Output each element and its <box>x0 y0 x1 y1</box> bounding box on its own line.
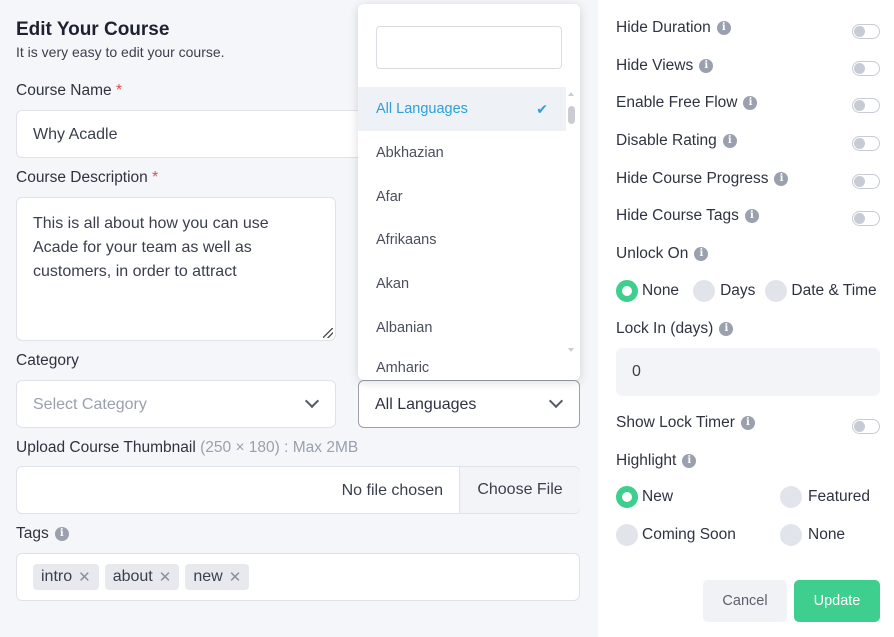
hide-views-toggle[interactable] <box>852 61 880 76</box>
show-lock-timer-toggle[interactable] <box>852 419 880 434</box>
choose-file-button[interactable]: Choose File <box>459 467 580 513</box>
language-dropdown: All Languages ✔ Abkhazian Afar Afrikaans… <box>358 4 580 380</box>
info-icon[interactable]: i <box>699 58 714 73</box>
hide-duration-label: Hide Duration i <box>616 19 731 37</box>
category-label: Category <box>16 352 79 369</box>
course-name-input[interactable]: Why Acadle <box>16 110 361 158</box>
upload-label: Upload Course Thumbnail (250 × 180) : Ma… <box>16 439 359 456</box>
tag-label: intro <box>41 568 73 585</box>
settings-panel: Hide Duration i Hide Views i Enable Free F… <box>598 0 894 637</box>
scroll-up-icon[interactable] <box>568 92 574 96</box>
tags-input[interactable]: intro ✕ about ✕ new ✕ <box>16 553 580 601</box>
remove-tag-icon[interactable]: ✕ <box>159 568 172 586</box>
chevron-down-icon <box>304 393 320 409</box>
lock-in-value: 0 <box>632 363 641 380</box>
info-icon[interactable]: i <box>744 208 759 223</box>
info-icon[interactable]: i <box>740 415 755 430</box>
tags-label: Tags i <box>16 525 69 543</box>
hide-views-label: Hide Views i <box>616 57 714 75</box>
highlight-new-radio[interactable] <box>616 486 638 508</box>
hide-course-tags-label: Hide Course Tags i <box>616 207 759 225</box>
highlight-new-option: New <box>616 486 673 508</box>
tag-chip: about ✕ <box>104 564 180 590</box>
check-icon: ✔ <box>536 101 548 117</box>
language-option[interactable]: Abkhazian <box>358 131 566 175</box>
disable-rating-label: Disable Rating i <box>616 132 737 150</box>
info-icon[interactable]: i <box>722 133 737 148</box>
info-icon[interactable]: i <box>716 20 731 35</box>
lock-in-input[interactable]: 0 <box>616 348 880 396</box>
info-icon[interactable]: i <box>774 171 789 186</box>
file-upload-input[interactable]: No file chosen Choose File <box>16 466 580 514</box>
scroll-down-icon[interactable] <box>568 348 574 352</box>
highlight-featured-label: Featured <box>808 488 871 505</box>
highlight-featured-radio[interactable] <box>780 486 802 508</box>
course-description-label: Course Description * <box>16 169 159 186</box>
update-button[interactable]: Update <box>794 580 880 622</box>
highlight-none-label: None <box>808 526 846 543</box>
scrollbar-thumb[interactable] <box>568 106 575 124</box>
tag-chip: intro ✕ <box>33 564 99 590</box>
unlock-days-radio[interactable] <box>693 280 716 302</box>
chevron-down-icon <box>548 393 564 409</box>
hide-course-progress-label: Hide Course Progress i <box>616 170 789 188</box>
language-search-input[interactable] <box>376 26 562 69</box>
course-name-label: Course Name * <box>16 82 122 99</box>
cancel-button[interactable]: Cancel <box>703 580 787 622</box>
hide-duration-toggle[interactable] <box>852 24 880 39</box>
highlight-coming-soon-option: Coming Soon <box>616 524 736 546</box>
disable-rating-toggle[interactable] <box>852 136 880 151</box>
show-lock-timer-label: Show Lock Timer i <box>616 414 755 432</box>
highlight-label: Highlight i <box>616 452 697 470</box>
language-option[interactable]: Afrikaans <box>358 218 566 262</box>
course-description-value: This is all about how you can use Acade … <box>33 215 269 280</box>
file-status: No file chosen <box>341 482 443 499</box>
info-icon[interactable]: i <box>719 321 734 336</box>
hide-course-progress-toggle[interactable] <box>852 174 880 189</box>
language-selected: All Languages <box>375 396 477 413</box>
page-subtitle: It is very easy to edit your course. <box>16 44 225 60</box>
choose-file-label: Choose File <box>477 481 563 498</box>
remove-tag-icon[interactable]: ✕ <box>78 568 91 586</box>
tag-label: new <box>193 568 223 585</box>
language-option[interactable]: Akan <box>358 262 566 306</box>
edit-course-panel: Edit Your Course It is very easy to edit… <box>0 0 598 637</box>
unlock-date-time-label: Date & Time <box>791 282 877 299</box>
info-icon[interactable]: i <box>54 526 69 541</box>
highlight-coming-soon-radio[interactable] <box>616 524 638 546</box>
tag-label: about <box>112 568 153 585</box>
page-title: Edit Your Course <box>16 19 170 40</box>
highlight-featured-option: Featured <box>780 486 870 508</box>
unlock-on-label: Unlock On i <box>616 245 709 263</box>
highlight-none-radio[interactable] <box>780 524 802 546</box>
course-description-textarea[interactable]: This is all about how you can use Acade … <box>16 197 336 341</box>
info-icon[interactable]: i <box>694 246 709 261</box>
info-icon[interactable]: i <box>682 453 697 468</box>
category-placeholder: Select Category <box>33 396 147 413</box>
language-option[interactable]: Afar <box>358 175 566 219</box>
tag-chip: new ✕ <box>185 564 250 590</box>
info-icon[interactable]: i <box>743 95 758 110</box>
course-name-value: Why Acadle <box>33 126 118 143</box>
resize-handle[interactable] <box>323 328 333 338</box>
language-option[interactable]: All Languages ✔ <box>358 87 566 131</box>
unlock-none-radio[interactable] <box>616 280 638 302</box>
unlock-date-time-radio[interactable] <box>765 280 788 302</box>
language-select[interactable]: All Languages <box>358 380 580 428</box>
category-select[interactable]: Select Category <box>16 380 336 428</box>
unlock-on-radio-group: None Days Date & Time <box>616 280 877 302</box>
highlight-none-option: None <box>780 524 845 546</box>
enable-free-flow-toggle[interactable] <box>852 98 880 113</box>
lock-in-label: Lock In (days) i <box>616 320 734 338</box>
unlock-days-label: Days <box>720 282 756 299</box>
language-option[interactable]: Amharic <box>358 344 566 374</box>
highlight-new-label: New <box>642 488 674 505</box>
highlight-coming-soon-label: Coming Soon <box>642 526 736 543</box>
remove-tag-icon[interactable]: ✕ <box>229 568 242 586</box>
hide-course-tags-toggle[interactable] <box>852 211 880 226</box>
enable-free-flow-label: Enable Free Flow i <box>616 94 758 112</box>
unlock-none-label: None <box>642 282 680 299</box>
